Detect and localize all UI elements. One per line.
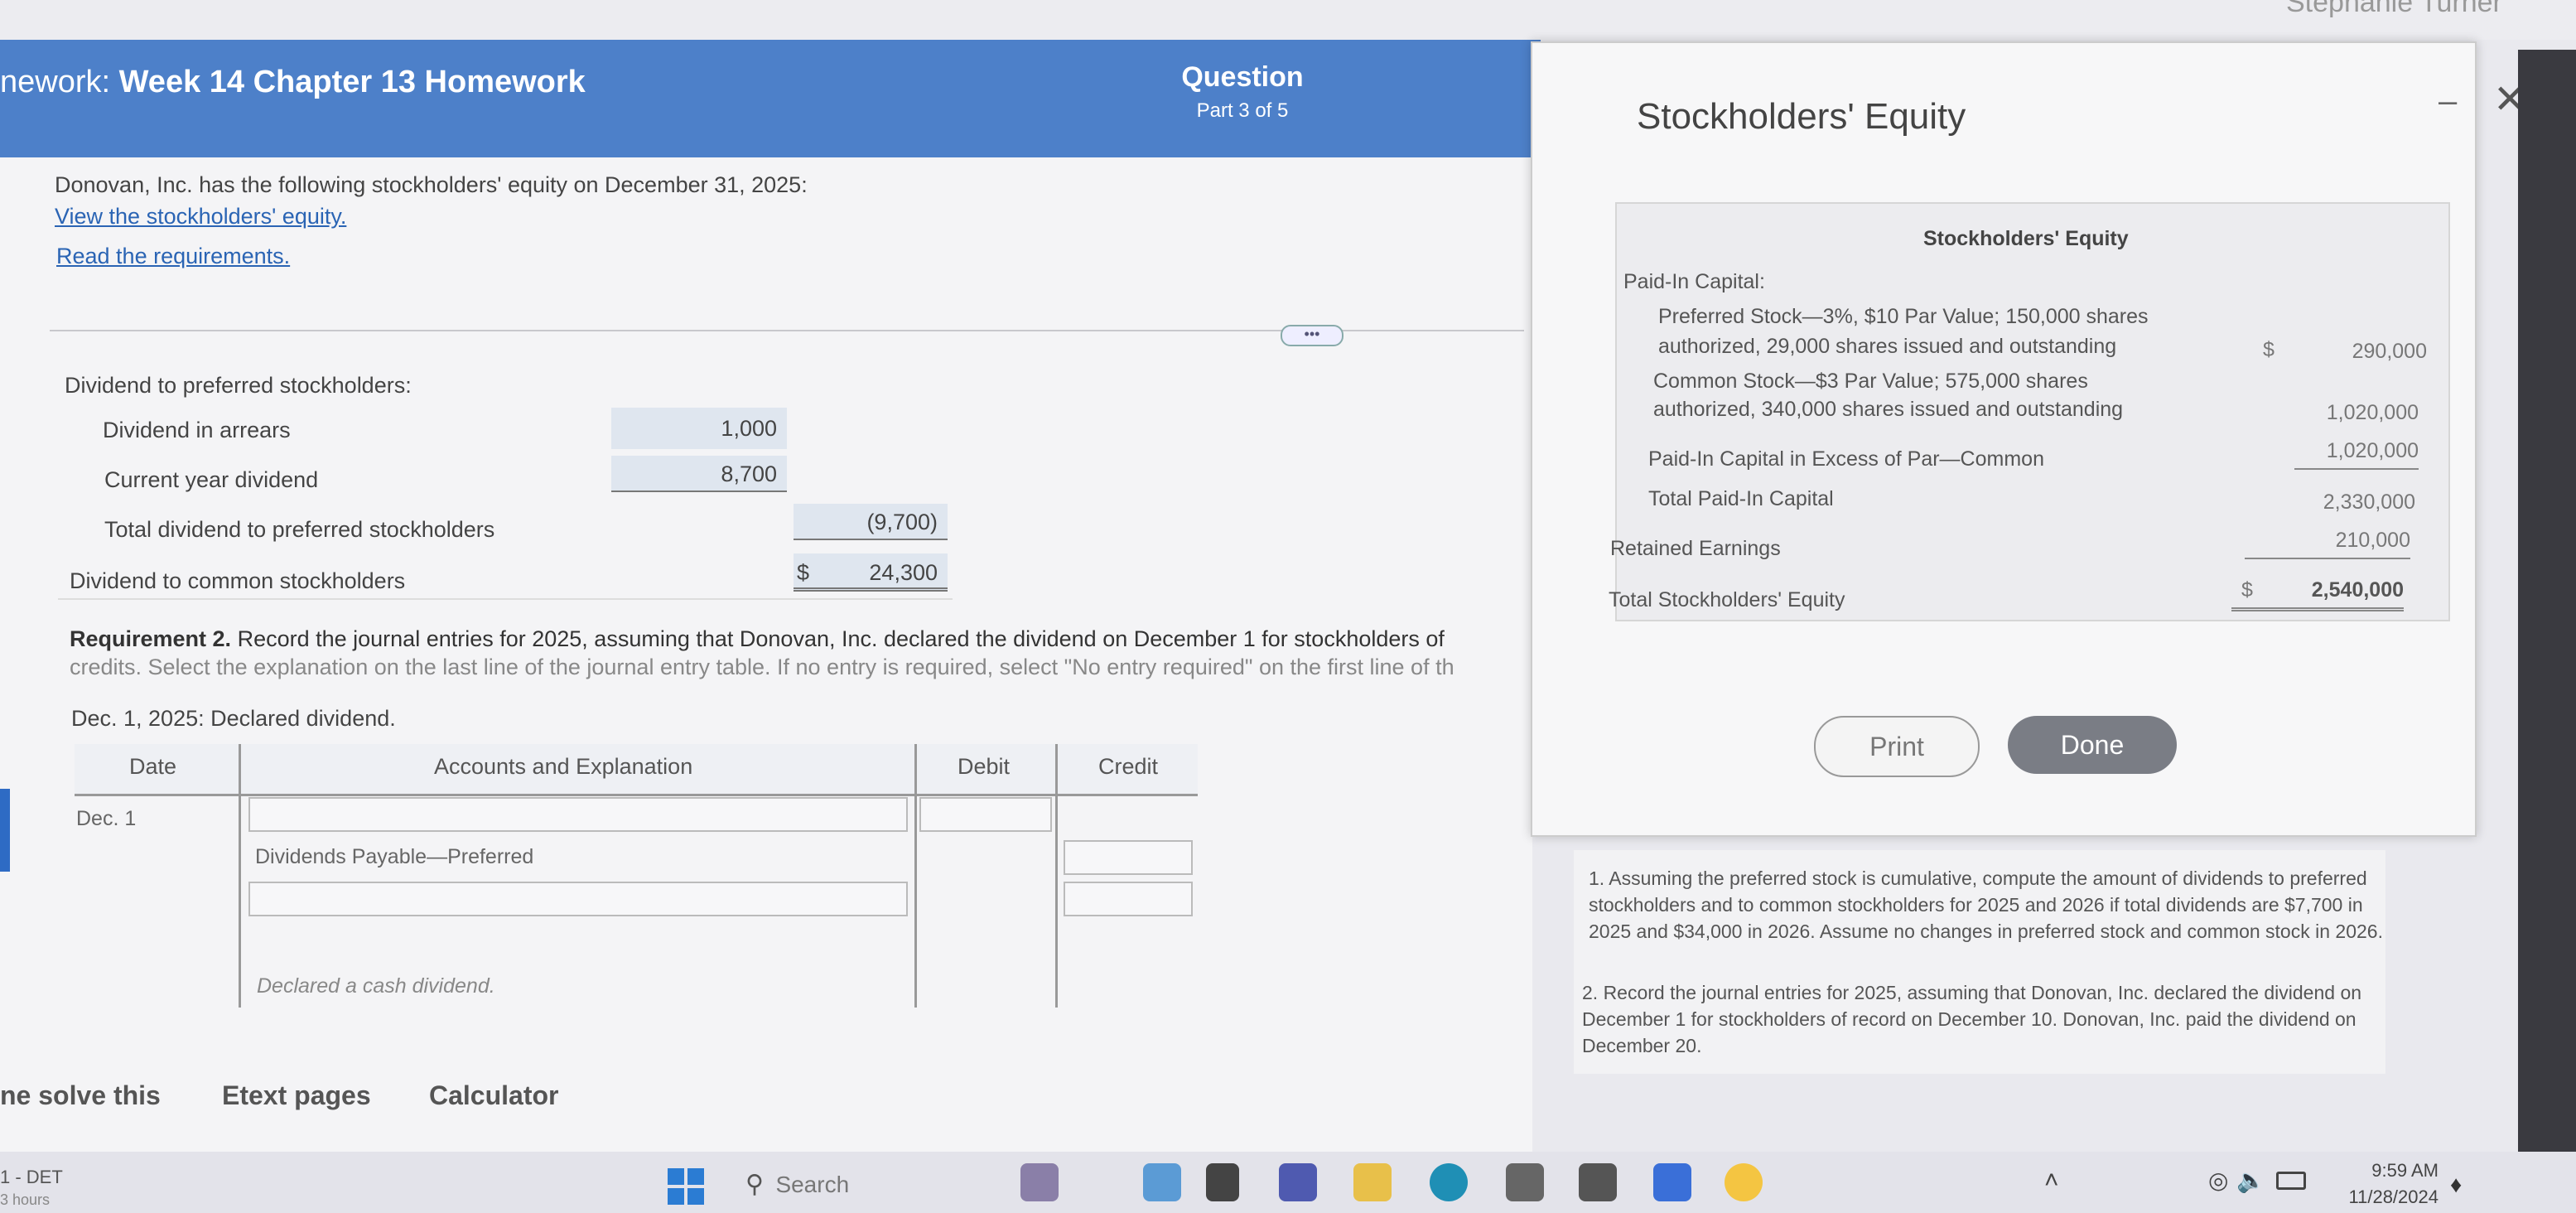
common-dollar: $	[797, 560, 810, 585]
homework-title-prefix: nework:	[0, 65, 111, 99]
retained-earnings-value: 210,000	[2245, 529, 2410, 559]
problem-intro: Donovan, Inc. has the following stockhol…	[55, 172, 808, 197]
common-value-text: 24,300	[869, 560, 938, 585]
notification-bell-icon[interactable]: ♦	[2450, 1172, 2462, 1198]
dropbox-icon[interactable]	[1653, 1163, 1691, 1201]
total-pref-label: Total dividend to preferred stockholders	[104, 517, 495, 542]
volume-icon[interactable]: 🔈	[2236, 1167, 2265, 1194]
date-caption: Dec. 1, 2025: Declared dividend.	[71, 706, 396, 731]
help-me-solve-link[interactable]: ne solve this	[0, 1080, 161, 1111]
journal-table: Date Accounts and Explanation Debit Cred…	[75, 744, 1198, 1008]
etext-pages-link[interactable]: Etext pages	[222, 1080, 371, 1111]
requirement2-label: Requirement 2.	[70, 626, 232, 651]
question-part: Part 3 of 5	[1196, 99, 1289, 122]
dialog-title: Stockholders' Equity	[1637, 96, 1966, 137]
battery-icon[interactable]	[2276, 1172, 2306, 1190]
common-line2: authorized, 340,000 shares issued and ou…	[1653, 398, 2124, 421]
requirement2-line2: credits. Select the explanation on the l…	[70, 655, 1454, 679]
pref-dividend-heading: Dividend to preferred stockholders:	[65, 373, 412, 398]
calculator-app-icon[interactable]	[1506, 1163, 1544, 1201]
copilot-icon[interactable]	[1143, 1163, 1181, 1201]
taskbar-search[interactable]: ⚲ Search	[745, 1170, 870, 1205]
total-pref-value[interactable]: (9,700)	[794, 504, 948, 540]
left-accent-bar	[0, 789, 10, 872]
col-accounts: Accounts and Explanation	[434, 754, 693, 779]
edge-icon[interactable]	[1430, 1163, 1468, 1201]
journal-date: Dec. 1	[76, 807, 137, 830]
requirement-item-2: 2. Record the journal entries for 2025, …	[1582, 982, 2362, 1056]
retained-earnings-label: Retained Earnings	[1610, 537, 1781, 560]
requirement2-text: Record the journal entries for 2025, ass…	[231, 626, 1445, 651]
right-edge-shadow	[2518, 50, 2576, 1152]
user-name: Stephanie Turner	[2286, 0, 2502, 18]
total-paid-in-value: 2,330,000	[2323, 491, 2415, 514]
credit-input-3[interactable]	[1064, 882, 1193, 916]
col-sep-1	[239, 744, 241, 1008]
clock-time[interactable]: 9:59 AM	[2356, 1160, 2439, 1182]
top-strip	[0, 0, 2576, 40]
file-explorer-icon[interactable]	[1353, 1163, 1392, 1201]
requirement-item-1: 1. Assuming the preferred stock is cumul…	[1589, 867, 2383, 942]
col-date: Date	[129, 754, 177, 779]
question-label: Question	[1181, 61, 1304, 93]
minimize-icon[interactable]: –	[2439, 83, 2457, 120]
paid-in-capital-label: Paid-In Capital:	[1623, 270, 1765, 293]
teams-icon[interactable]	[1279, 1163, 1317, 1201]
tray-chevron-icon[interactable]: ˄	[2044, 1167, 2059, 1195]
expand-button[interactable]: •••	[1281, 325, 1343, 346]
wifi-icon[interactable]: ◎	[2208, 1167, 2228, 1194]
preferred-line2: authorized, 29,000 shares issued and out…	[1658, 335, 2117, 358]
current-dividend-value[interactable]: 8,700	[611, 456, 787, 492]
excess-par-value: 1,020,000	[2294, 439, 2419, 470]
windows-start-icon[interactable]	[668, 1168, 704, 1205]
excess-par-label: Paid-In Capital in Excess of Par—Common	[1648, 447, 2044, 471]
chrome-icon[interactable]	[1725, 1163, 1763, 1201]
arrears-value[interactable]: 1,000	[611, 408, 787, 449]
read-requirements-link[interactable]: Read the requirements.	[56, 244, 290, 269]
task-view-icon[interactable]	[1206, 1163, 1239, 1201]
clock-date[interactable]: 11/28/2024	[2331, 1186, 2439, 1208]
homework-title: nework: Week 14 Chapter 13 Homework	[0, 65, 586, 100]
view-equity-link[interactable]: View the stockholders' equity.	[55, 204, 346, 230]
calc-bottom-line	[58, 598, 953, 600]
store-icon[interactable]	[1579, 1163, 1617, 1201]
calculator-link[interactable]: Calculator	[429, 1080, 558, 1111]
total-equity-value: 2,540,000	[2231, 578, 2404, 611]
arrears-label: Dividend in arrears	[103, 418, 291, 442]
preferred-dollar: $	[2263, 338, 2275, 361]
equity-table-title: Stockholders' Equity	[1923, 227, 2129, 250]
journal-explanation: Declared a cash dividend.	[257, 974, 495, 998]
col-sep-2	[914, 744, 917, 1008]
search-icon: ⚲	[745, 1171, 764, 1198]
total-equity-label: Total Stockholders' Equity	[1609, 588, 1845, 611]
current-dividend-label: Current year dividend	[104, 467, 319, 492]
col-debit: Debit	[958, 754, 1011, 779]
common-line1: Common Stock—$3 Par Value; 575,000 share…	[1653, 370, 2088, 393]
taskbar-widget-line2: 3 hours	[0, 1191, 51, 1208]
common-dividend-value[interactable]: $ 24,300	[794, 553, 948, 592]
preferred-value: 290,000	[2352, 340, 2427, 363]
taskbar-widget-line1: 1 - DET	[0, 1167, 63, 1187]
preferred-line1: Preferred Stock—3%, $10 Par Value; 150,0…	[1658, 305, 2149, 328]
common-value: 1,020,000	[2326, 401, 2419, 424]
requirement2-line1: Requirement 2. Record the journal entrie…	[70, 626, 1445, 652]
col-credit: Credit	[1098, 754, 1159, 779]
debit-input-1[interactable]	[919, 797, 1052, 832]
credit-input-2[interactable]	[1064, 840, 1193, 875]
search-placeholder: Search	[775, 1172, 850, 1197]
col-sep-3	[1055, 744, 1058, 1008]
total-paid-in-label: Total Paid-In Capital	[1648, 487, 1834, 510]
print-button[interactable]: Print	[1814, 716, 1980, 777]
done-button[interactable]: Done	[2008, 716, 2177, 774]
common-dividend-label: Dividend to common stockholders	[70, 568, 406, 593]
account-input-1[interactable]	[248, 797, 908, 832]
account-row-2: Dividends Payable—Preferred	[255, 845, 534, 868]
account-input-3[interactable]	[248, 882, 908, 916]
homework-title-text: Week 14 Chapter 13 Homework	[118, 65, 586, 99]
widgets-icon[interactable]	[1020, 1163, 1059, 1201]
